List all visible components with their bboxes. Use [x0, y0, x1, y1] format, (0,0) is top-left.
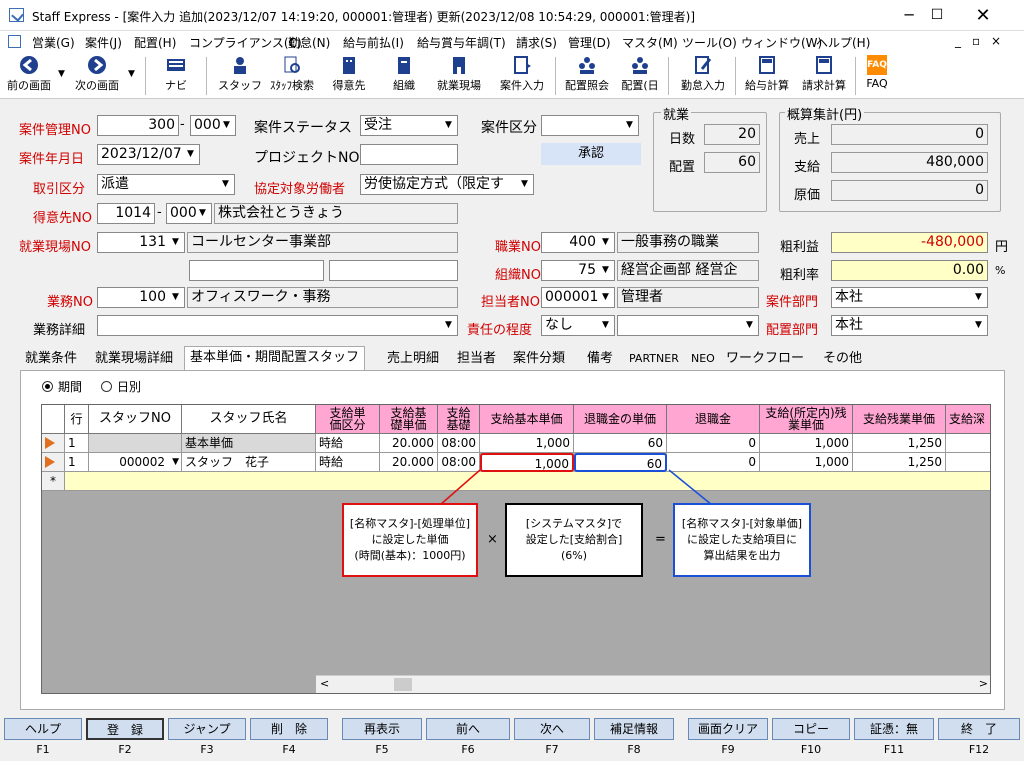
f9-label: F9 [721, 743, 735, 756]
f11-evidence-button[interactable]: 証憑：無 [854, 718, 934, 740]
f1-help-button[interactable]: ヘルプ [4, 718, 82, 740]
f12-label: F12 [968, 743, 990, 756]
f6-label: F6 [461, 743, 475, 756]
f7-label: F7 [545, 743, 559, 756]
f2-register-button[interactable]: 登 録 [86, 718, 164, 740]
f7-next-button[interactable]: 次へ [514, 718, 590, 740]
annotation-lines [439, 469, 713, 506]
function-key-bar: ヘルプ F1 登 録 F2 ジャンプ F3 削 除 F4 再表示 F5 前へ F… [0, 715, 1024, 761]
equals-sign: = [655, 532, 666, 547]
f10-label: F10 [800, 743, 822, 756]
f6-prev-button[interactable]: 前へ [426, 718, 510, 740]
f1-label: F1 [36, 743, 50, 756]
f12-exit-button[interactable]: 終 了 [938, 718, 1020, 740]
f4-label: F4 [282, 743, 296, 756]
f9-clear-button[interactable]: 画面クリア [688, 718, 768, 740]
f11-label: F11 [883, 743, 905, 756]
note-process-unit: [名称マスタ]-[処理単位] に設定した単価 (時間(基本)：1000円) [342, 503, 478, 577]
note-pay-rate: [システムマスタ]で 設定した[支給割合] (6%) [505, 503, 643, 577]
f10-copy-button[interactable]: コピー [772, 718, 850, 740]
note-target-price: [名称マスタ]-[対象単価] に設定した支給項目に 算出結果を出力 [673, 503, 811, 577]
f2-label: F2 [118, 743, 132, 756]
f3-label: F3 [200, 743, 214, 756]
f8-label: F8 [627, 743, 641, 756]
f5-label: F5 [375, 743, 389, 756]
f8-supplement-button[interactable]: 補足情報 [594, 718, 674, 740]
f4-delete-button[interactable]: 削 除 [250, 718, 328, 740]
f3-jump-button[interactable]: ジャンプ [168, 718, 246, 740]
f5-refresh-button[interactable]: 再表示 [342, 718, 422, 740]
times-sign: × [487, 532, 498, 547]
